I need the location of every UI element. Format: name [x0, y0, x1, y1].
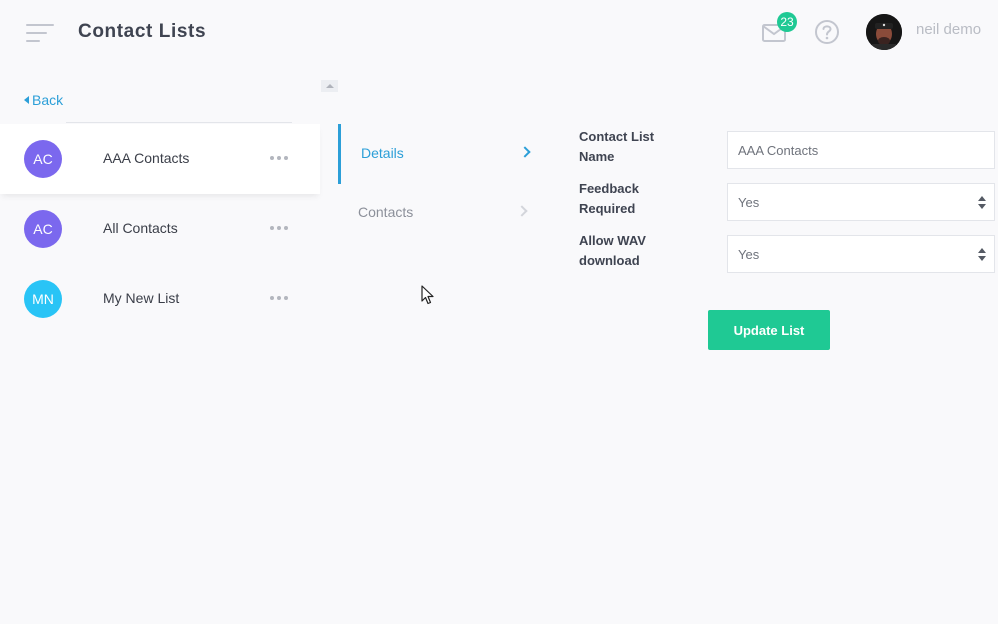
back-label: Back	[32, 92, 64, 108]
avatar: AC	[24, 210, 62, 248]
more-icon[interactable]	[270, 294, 288, 302]
avatar: MN	[24, 280, 62, 318]
tab-details[interactable]: Details	[338, 124, 538, 184]
sort-arrows-icon	[978, 248, 986, 262]
list-item[interactable]: MN My New List	[0, 264, 320, 334]
list-item[interactable]: AC AAA Contacts	[0, 124, 320, 194]
more-icon[interactable]	[270, 154, 288, 162]
divider	[66, 122, 292, 123]
feedback-required-label: Feedback Required	[579, 181, 639, 216]
user-avatar[interactable]	[866, 14, 902, 50]
tab-contacts[interactable]: Contacts	[338, 183, 538, 243]
caret-left-icon	[24, 96, 29, 104]
user-name[interactable]: neil demo	[916, 21, 981, 38]
help-icon[interactable]	[814, 19, 840, 45]
page-title: Contact Lists	[78, 21, 207, 42]
more-icon[interactable]	[270, 224, 288, 232]
tab-label: Contacts	[358, 204, 414, 220]
contact-list-name-input[interactable]	[727, 131, 995, 169]
back-link[interactable]: Back	[24, 92, 63, 108]
list-item-name: My New List	[103, 290, 180, 306]
tab-label: Details	[361, 145, 404, 161]
select-value: Yes	[738, 195, 760, 210]
contact-list-name-label: Contact List Name	[579, 129, 655, 164]
avatar: AC	[24, 140, 62, 178]
chevron-right-icon	[516, 205, 528, 217]
list-item-name: AAA Contacts	[103, 150, 190, 166]
notification-badge: 23	[777, 12, 797, 32]
sort-arrows-icon	[978, 196, 986, 210]
top-bar: Contact Lists 23 neil demo	[0, 0, 998, 64]
feedback-required-select[interactable]: Yes	[727, 183, 995, 221]
update-list-button[interactable]: Update List	[708, 310, 830, 350]
chevron-right-icon	[519, 146, 531, 158]
allow-wav-label: Allow WAV download	[579, 233, 646, 268]
allow-wav-select[interactable]: Yes	[727, 235, 995, 273]
mouse-cursor-icon	[421, 285, 434, 305]
scroll-up-icon[interactable]	[321, 80, 338, 92]
list-item-name: All Contacts	[103, 220, 178, 236]
list-item[interactable]: AC All Contacts	[0, 194, 320, 264]
menu-icon[interactable]	[26, 22, 54, 44]
select-value: Yes	[738, 247, 760, 262]
